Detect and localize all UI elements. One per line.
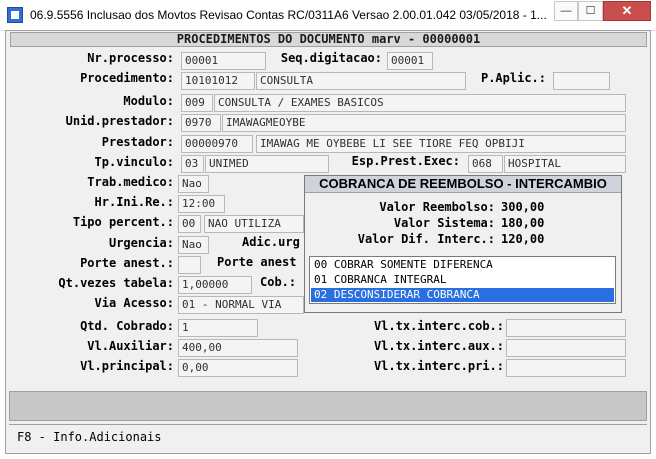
- procedimento-code-field[interactable]: 10101012: [181, 72, 255, 90]
- valor-reembolso-label: Valor Reembolso:: [379, 200, 495, 214]
- via-acesso-field[interactable]: 01 - NORMAL VIA: [178, 296, 304, 314]
- window-title: 06.9.5556 Inclusao dos Movtos Revisao Co…: [30, 8, 547, 22]
- tp-vinculo-code-field[interactable]: 03: [181, 155, 204, 173]
- close-button[interactable]: ✕: [603, 1, 651, 21]
- vl-tx-interc-cob-label: Vl.tx.interc.cob.:: [373, 319, 504, 333]
- maximize-button[interactable]: ☐: [578, 1, 603, 21]
- modulo-code-field[interactable]: 009: [181, 94, 213, 112]
- adic-urg-label: Adic.urg: [242, 235, 300, 249]
- tipo-percent-desc-field: NAO UTILIZA: [204, 215, 304, 233]
- tp-vinculo-label: Tp.vinculo:: [94, 155, 174, 169]
- vl-tx-interc-aux-label: Vl.tx.interc.aux.:: [373, 339, 504, 353]
- hr-ini-re-field[interactable]: 12:00: [178, 195, 225, 213]
- p-aplic-field[interactable]: [553, 72, 610, 90]
- vl-auxiliar-label: Vl.Auxiliar:: [87, 339, 174, 353]
- unid-prestador-label: Unid.prestador:: [65, 114, 174, 128]
- urgencia-field[interactable]: Nao: [178, 236, 209, 254]
- vl-tx-interc-pri-field[interactable]: [506, 359, 626, 377]
- vl-tx-interc-pri-label: Vl.tx.interc.pri.:: [373, 359, 504, 373]
- trab-medico-field[interactable]: Nao: [178, 175, 209, 193]
- valor-sistema-value: 180,00: [501, 216, 545, 230]
- button-area: [9, 391, 647, 421]
- vl-principal-field[interactable]: 0,00: [178, 359, 298, 377]
- tipo-percent-label: Tipo percent.:: [72, 215, 174, 229]
- vl-auxiliar-field[interactable]: 400,00: [178, 339, 298, 357]
- dialog-title: COBRANCA DE REEMBOLSO - INTERCAMBIO: [305, 176, 621, 193]
- reimbursement-dialog: COBRANCA DE REEMBOLSO - INTERCAMBIO Valo…: [304, 175, 622, 313]
- prestador-desc-field: IMAWAG ME OYBEBE LI SEE TIORE FEQ OPBIJI: [256, 135, 626, 153]
- unid-prestador-desc-field: IMAWAGMEOYBE: [222, 114, 626, 132]
- vl-tx-interc-cob-field[interactable]: [506, 319, 626, 337]
- porte-anest-label: Porte anest.:: [80, 256, 174, 270]
- status-bar: F8 - Info.Adicionais: [9, 424, 647, 450]
- status-text: F8 - Info.Adicionais: [17, 430, 162, 444]
- nr-processo-label: Nr.processo:: [87, 51, 174, 65]
- procedimento-desc-field: CONSULTA: [256, 72, 466, 90]
- option-desconsiderar-cobranca[interactable]: 02 DESCONSIDERAR COBRANCA: [311, 288, 614, 302]
- window-titlebar: 06.9.5556 Inclusao dos Movtos Revisao Co…: [0, 0, 656, 31]
- via-acesso-label: Via Acesso:: [94, 296, 174, 310]
- app-icon: [7, 7, 23, 23]
- prestador-label: Prestador:: [101, 135, 174, 149]
- procedimento-label: Procedimento:: [80, 71, 174, 85]
- modulo-label: Modulo:: [123, 94, 174, 108]
- esp-prest-exec-label: Esp.Prest.Exec:: [351, 154, 460, 168]
- page-title: PROCEDIMENTOS DO DOCUMENTO marv - 000000…: [10, 32, 647, 47]
- porte-anest-2-label: Porte anest: [217, 255, 297, 269]
- qt-vezes-tabela-field[interactable]: 1,00000: [178, 276, 252, 294]
- nr-processo-field[interactable]: 00001: [181, 52, 266, 70]
- qt-vezes-tabela-label: Qt.vezes tabela:: [58, 276, 174, 290]
- valor-reembolso-value: 300,00: [501, 200, 545, 214]
- esp-prest-exec-desc-field: HOSPITAL: [504, 155, 626, 173]
- urgencia-label: Urgencia:: [108, 236, 174, 250]
- cob-label: Cob.:: [260, 275, 297, 289]
- porte-anest-field[interactable]: [178, 256, 201, 274]
- esp-prest-exec-code-field[interactable]: 068: [468, 155, 503, 173]
- trab-medico-label: Trab.medico:: [87, 175, 174, 189]
- valor-sistema-label: Valor Sistema:: [393, 216, 495, 230]
- p-aplic-label: P.Aplic.:: [480, 71, 546, 85]
- billing-option-list[interactable]: 00 COBRAR SOMENTE DIFERENCA 01 COBRANCA …: [309, 256, 616, 304]
- seq-digitacao-label: Seq.digitacao:: [280, 51, 382, 65]
- vl-tx-interc-aux-field[interactable]: [506, 339, 626, 357]
- qtd-cobrado-label: Qtd. Cobrado:: [80, 319, 174, 333]
- tipo-percent-code-field[interactable]: 00: [178, 215, 201, 233]
- prestador-code-field[interactable]: 00000970: [181, 135, 253, 153]
- unid-prestador-code-field[interactable]: 0970: [181, 114, 221, 132]
- modulo-desc-field: CONSULTA / EXAMES BASICOS: [214, 94, 626, 112]
- vl-principal-label: Vl.principal:: [80, 359, 174, 373]
- option-cobranca-integral[interactable]: 01 COBRANCA INTEGRAL: [311, 273, 614, 287]
- option-cobrar-somente-diferenca[interactable]: 00 COBRAR SOMENTE DIFERENCA: [311, 258, 614, 272]
- hr-ini-re-label: Hr.Ini.Re.:: [94, 195, 174, 209]
- valor-dif-interc-label: Valor Dif. Interc.:: [357, 232, 495, 246]
- tp-vinculo-desc-field: UNIMED: [205, 155, 329, 173]
- minimize-button[interactable]: —: [554, 1, 578, 21]
- qtd-cobrado-field[interactable]: 1: [178, 319, 258, 337]
- valor-dif-interc-value: 120,00: [501, 232, 545, 246]
- seq-digitacao-field[interactable]: 00001: [387, 52, 433, 70]
